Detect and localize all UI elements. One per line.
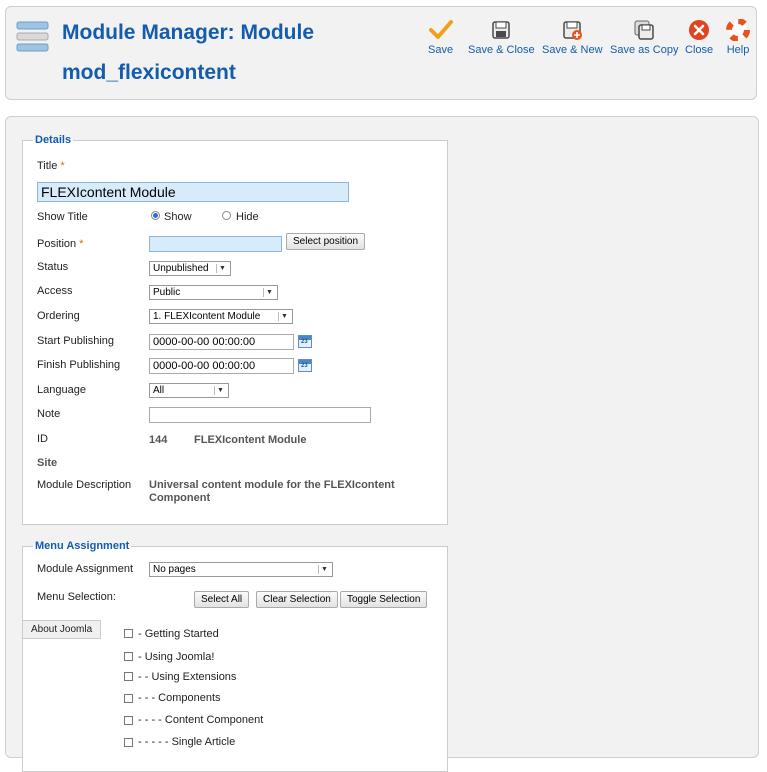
menu-item-label: - - - Components xyxy=(138,692,221,704)
main-panel: Details Title* Show Title Show Hide Posi… xyxy=(5,116,759,772)
page-subtitle: mod_flexicontent xyxy=(62,61,236,84)
module-assignment-label: Module Assignment xyxy=(37,563,133,575)
menu-item-checkbox[interactable] xyxy=(124,629,133,638)
position-input[interactable] xyxy=(149,236,282,252)
save-new-button[interactable]: Save & New xyxy=(542,19,603,56)
show-title-hide-radio[interactable] xyxy=(222,211,231,220)
menu-item-checkbox[interactable] xyxy=(124,652,133,661)
id-label: ID xyxy=(37,433,48,445)
menu-item-checkbox[interactable] xyxy=(124,716,133,725)
start-publishing-input[interactable] xyxy=(149,334,294,350)
menu-selection-label: Menu Selection: xyxy=(37,591,116,603)
status-select[interactable]: Unpublished ▼ xyxy=(149,261,231,276)
show-option-label: Show xyxy=(164,211,192,223)
title-label: Title * xyxy=(37,160,65,172)
menu-item-label: - - - - - Single Article xyxy=(138,736,236,748)
chevron-down-icon: ▼ xyxy=(278,312,290,321)
language-label: Language xyxy=(37,384,86,396)
module-description-line2: Component xyxy=(149,492,211,504)
save-copy-button[interactable]: Save as Copy xyxy=(610,19,678,56)
calendar-icon[interactable]: 23 xyxy=(298,335,312,348)
module-manager-icon xyxy=(16,21,49,52)
id-module-name: FLEXIcontent Module xyxy=(194,434,307,446)
save-close-label: Save & Close xyxy=(468,44,535,56)
help-button[interactable]: Help xyxy=(726,19,750,56)
module-assignment-select[interactable]: No pages ▼ xyxy=(149,562,333,577)
save-button[interactable]: Save xyxy=(428,19,453,56)
access-label: Access xyxy=(37,285,73,297)
site-label: Site xyxy=(37,457,58,469)
details-legend: Details xyxy=(35,134,72,146)
toolbar-header: Module Manager: Module mod_flexicontent … xyxy=(5,6,757,100)
calendar-icon[interactable]: 23 xyxy=(298,359,312,372)
tab-about-joomla[interactable]: About Joomla xyxy=(22,620,102,639)
menu-assignment-legend: Menu Assignment xyxy=(35,540,130,552)
select-position-button[interactable]: Select position xyxy=(286,233,366,250)
chevron-down-icon: ▼ xyxy=(263,288,275,297)
chevron-down-icon: ▼ xyxy=(214,386,226,395)
help-lifebuoy-icon xyxy=(726,19,750,41)
position-label: Position * xyxy=(37,238,84,250)
finish-publishing-label: Finish Publishing xyxy=(37,359,121,371)
close-label: Close xyxy=(685,44,714,56)
page-title: Module Manager: Module xyxy=(62,21,314,44)
module-description-line1: Universal content module for the FLEXIco… xyxy=(149,479,395,491)
ordering-select[interactable]: 1. FLEXIcontent Module ▼ xyxy=(149,309,293,324)
save-copy-label: Save as Copy xyxy=(610,44,679,56)
id-value: 144 xyxy=(149,434,168,446)
menu-item-label: - Getting Started xyxy=(138,628,219,640)
toggle-selection-button[interactable]: Toggle Selection xyxy=(340,591,428,608)
checkmark-icon xyxy=(428,20,453,39)
save-new-icon xyxy=(563,21,583,40)
clear-selection-button[interactable]: Clear Selection xyxy=(256,591,338,608)
finish-publishing-input[interactable] xyxy=(149,358,294,374)
title-input[interactable] xyxy=(37,182,349,202)
close-icon xyxy=(689,20,710,40)
save-copy-icon xyxy=(634,20,654,40)
chevron-down-icon: ▼ xyxy=(216,264,228,273)
language-select[interactable]: All ▼ xyxy=(149,383,229,398)
help-label: Help xyxy=(726,44,750,56)
menu-item-label: - Using Joomla! xyxy=(138,651,215,663)
show-title-label: Show Title xyxy=(37,211,88,223)
save-label: Save xyxy=(428,44,454,56)
hide-option-label: Hide xyxy=(236,211,259,223)
note-input[interactable] xyxy=(149,407,371,423)
start-publishing-label: Start Publishing xyxy=(37,335,115,347)
menu-item-checkbox[interactable] xyxy=(124,694,133,703)
menu-item-label: - - - - Content Component xyxy=(138,714,264,726)
show-title-show-radio[interactable] xyxy=(151,211,160,220)
menu-item-label: - - Using Extensions xyxy=(138,671,237,683)
module-description-label: Module Description xyxy=(37,479,132,491)
required-mark: * xyxy=(60,160,65,172)
status-label: Status xyxy=(37,261,69,273)
ordering-label: Ordering xyxy=(37,310,80,322)
access-select[interactable]: Public ▼ xyxy=(149,285,278,300)
chevron-down-icon: ▼ xyxy=(318,565,330,574)
save-close-button[interactable]: Save & Close xyxy=(468,19,535,56)
menu-item-checkbox[interactable] xyxy=(124,672,133,681)
close-button[interactable]: Close xyxy=(685,19,713,56)
note-label: Note xyxy=(37,408,61,420)
save-close-icon xyxy=(492,21,511,39)
save-new-label: Save & New xyxy=(542,44,603,56)
select-all-button[interactable]: Select All xyxy=(194,591,250,608)
menu-item-checkbox[interactable] xyxy=(124,738,133,747)
